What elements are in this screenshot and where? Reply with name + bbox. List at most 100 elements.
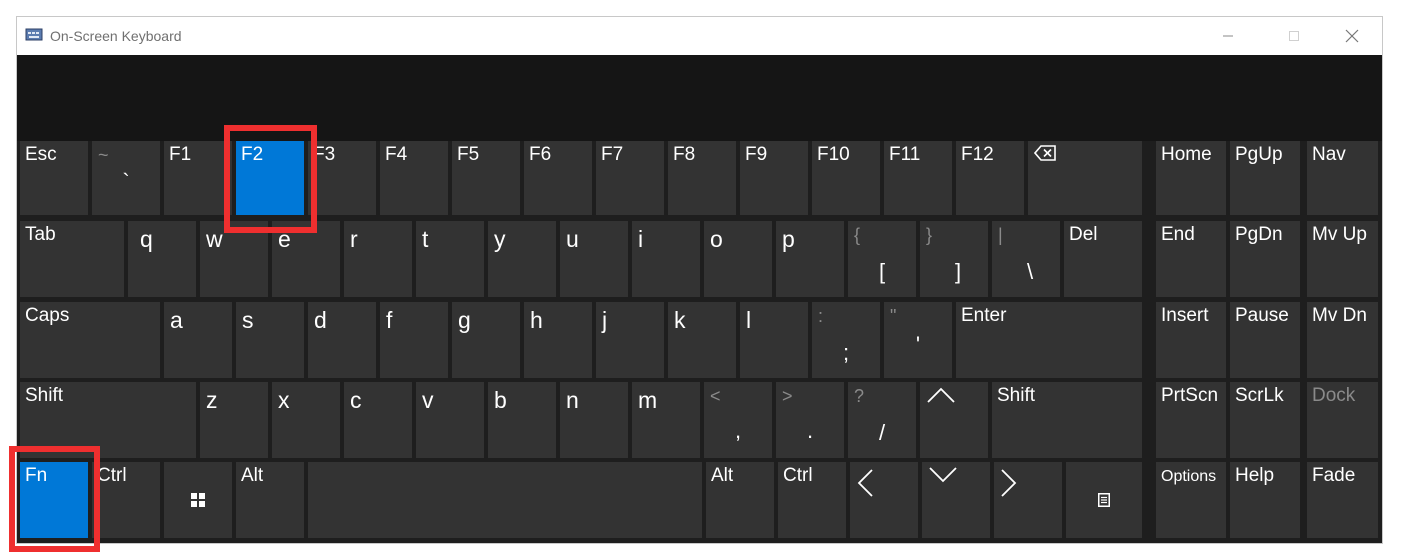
key-label: ` xyxy=(122,169,130,194)
key-h[interactable]: h xyxy=(524,302,592,378)
key-comma[interactable]: <, xyxy=(704,382,772,458)
key-backspace[interactable] xyxy=(1028,141,1142,215)
key-ctrl-left[interactable]: Ctrl xyxy=(92,462,160,538)
key-scrlk[interactable]: ScrLk xyxy=(1230,382,1300,458)
key-arrow-right[interactable] xyxy=(994,462,1062,538)
key-i[interactable]: i xyxy=(632,221,700,297)
key-label: o xyxy=(710,226,723,252)
key-f7[interactable]: F7 xyxy=(596,141,664,215)
key-label: F7 xyxy=(601,144,624,165)
key-backslash[interactable]: | \ xyxy=(992,221,1060,297)
key-nav[interactable]: Nav xyxy=(1307,141,1378,215)
key-o[interactable]: o xyxy=(704,221,772,297)
key-f[interactable]: f xyxy=(380,302,448,378)
key-shift-left[interactable]: Shift xyxy=(20,382,196,458)
key-end[interactable]: End xyxy=(1156,221,1226,297)
key-slash[interactable]: ? / xyxy=(848,382,916,458)
key-j[interactable]: j xyxy=(596,302,664,378)
key-help[interactable]: Help xyxy=(1230,462,1300,538)
key-label: Fade xyxy=(1312,465,1356,486)
key-u[interactable]: u xyxy=(560,221,628,297)
close-button[interactable] xyxy=(1329,17,1375,55)
key-label: Alt xyxy=(241,465,264,486)
key-label: PrtScn xyxy=(1161,385,1219,406)
key-label: F5 xyxy=(457,144,480,165)
key-alt-left[interactable]: Alt xyxy=(236,462,304,538)
key-t[interactable]: t xyxy=(416,221,484,297)
key-ctrl-right[interactable]: Ctrl xyxy=(778,462,846,538)
key-pgdn[interactable]: PgDn xyxy=(1230,221,1300,297)
key-space[interactable] xyxy=(308,462,702,538)
key-preview-area xyxy=(17,55,1382,141)
key-label: m xyxy=(638,387,658,413)
key-r[interactable]: r xyxy=(344,221,412,297)
key-del[interactable]: Del xyxy=(1064,221,1142,297)
key-pause[interactable]: Pause xyxy=(1230,302,1300,378)
key-f12[interactable]: F12 xyxy=(956,141,1024,215)
key-tab[interactable]: Tab xyxy=(20,221,124,297)
key-alt-right[interactable]: Alt xyxy=(706,462,774,538)
key-fade[interactable]: Fade xyxy=(1307,462,1378,538)
key-home[interactable]: Home xyxy=(1156,141,1226,215)
key-arrow-up[interactable] xyxy=(920,382,988,458)
key-l[interactable]: l xyxy=(740,302,808,378)
key-f10[interactable]: F10 xyxy=(812,141,880,215)
key-left-bracket[interactable]: {[ xyxy=(848,221,916,297)
key-f3[interactable]: F3 xyxy=(308,141,376,215)
key-quote[interactable]: " ' xyxy=(884,302,952,378)
key-y[interactable]: y xyxy=(488,221,556,297)
key-shift-label: : xyxy=(818,306,824,326)
key-g[interactable]: g xyxy=(452,302,520,378)
key-z[interactable]: z xyxy=(200,382,268,458)
key-n[interactable]: n xyxy=(560,382,628,458)
key-arrow-down[interactable] xyxy=(922,462,990,538)
key-mv-dn[interactable]: Mv Dn xyxy=(1307,302,1378,378)
key-label: c xyxy=(350,387,362,413)
key-period[interactable]: >. xyxy=(776,382,844,458)
key-options[interactable]: Options xyxy=(1156,462,1226,538)
key-mv-up[interactable]: Mv Up xyxy=(1307,221,1378,297)
key-label: Dock xyxy=(1312,385,1356,406)
key-f4[interactable]: F4 xyxy=(380,141,448,215)
key-menu[interactable] xyxy=(1066,462,1142,538)
minimize-button[interactable] xyxy=(1205,17,1251,55)
key-f6[interactable]: F6 xyxy=(524,141,592,215)
key-pgup[interactable]: PgUp xyxy=(1230,141,1300,215)
maximize-button[interactable] xyxy=(1271,17,1317,55)
key-semicolon[interactable]: :; xyxy=(812,302,880,378)
key-w[interactable]: w xyxy=(200,221,268,297)
key-caps[interactable]: Caps xyxy=(20,302,160,378)
key-s[interactable]: s xyxy=(236,302,304,378)
key-e[interactable]: e xyxy=(272,221,340,297)
key-insert[interactable]: Insert xyxy=(1156,302,1226,378)
key-f11[interactable]: F11 xyxy=(884,141,952,215)
key-right-bracket[interactable]: }] xyxy=(920,221,988,297)
key-prtscn[interactable]: PrtScn xyxy=(1156,382,1226,458)
key-v[interactable]: v xyxy=(416,382,484,458)
key-tilde[interactable]: ~ ` xyxy=(92,141,160,215)
key-label: Caps xyxy=(25,305,70,326)
key-a[interactable]: a xyxy=(164,302,232,378)
key-esc[interactable]: Esc xyxy=(20,141,88,215)
key-p[interactable]: p xyxy=(776,221,844,297)
key-shift-right[interactable]: Shift xyxy=(992,382,1142,458)
key-m[interactable]: m xyxy=(632,382,700,458)
key-k[interactable]: k xyxy=(668,302,736,378)
key-label: b xyxy=(494,387,507,413)
key-f8[interactable]: F8 xyxy=(668,141,736,215)
key-arrow-left[interactable] xyxy=(850,462,918,538)
key-f2[interactable]: F2 xyxy=(236,141,304,215)
key-f9[interactable]: F9 xyxy=(740,141,808,215)
key-label: F2 xyxy=(241,144,264,165)
key-windows[interactable] xyxy=(164,462,232,538)
arrow-up-icon xyxy=(927,387,955,403)
key-q[interactable]: q xyxy=(128,221,196,297)
key-fn[interactable]: Fn xyxy=(20,462,88,538)
key-x[interactable]: x xyxy=(272,382,340,458)
key-enter[interactable]: Enter xyxy=(956,302,1142,378)
key-d[interactable]: d xyxy=(308,302,376,378)
key-b[interactable]: b xyxy=(488,382,556,458)
key-f5[interactable]: F5 xyxy=(452,141,520,215)
key-c[interactable]: c xyxy=(344,382,412,458)
key-f1[interactable]: F1 xyxy=(164,141,232,215)
